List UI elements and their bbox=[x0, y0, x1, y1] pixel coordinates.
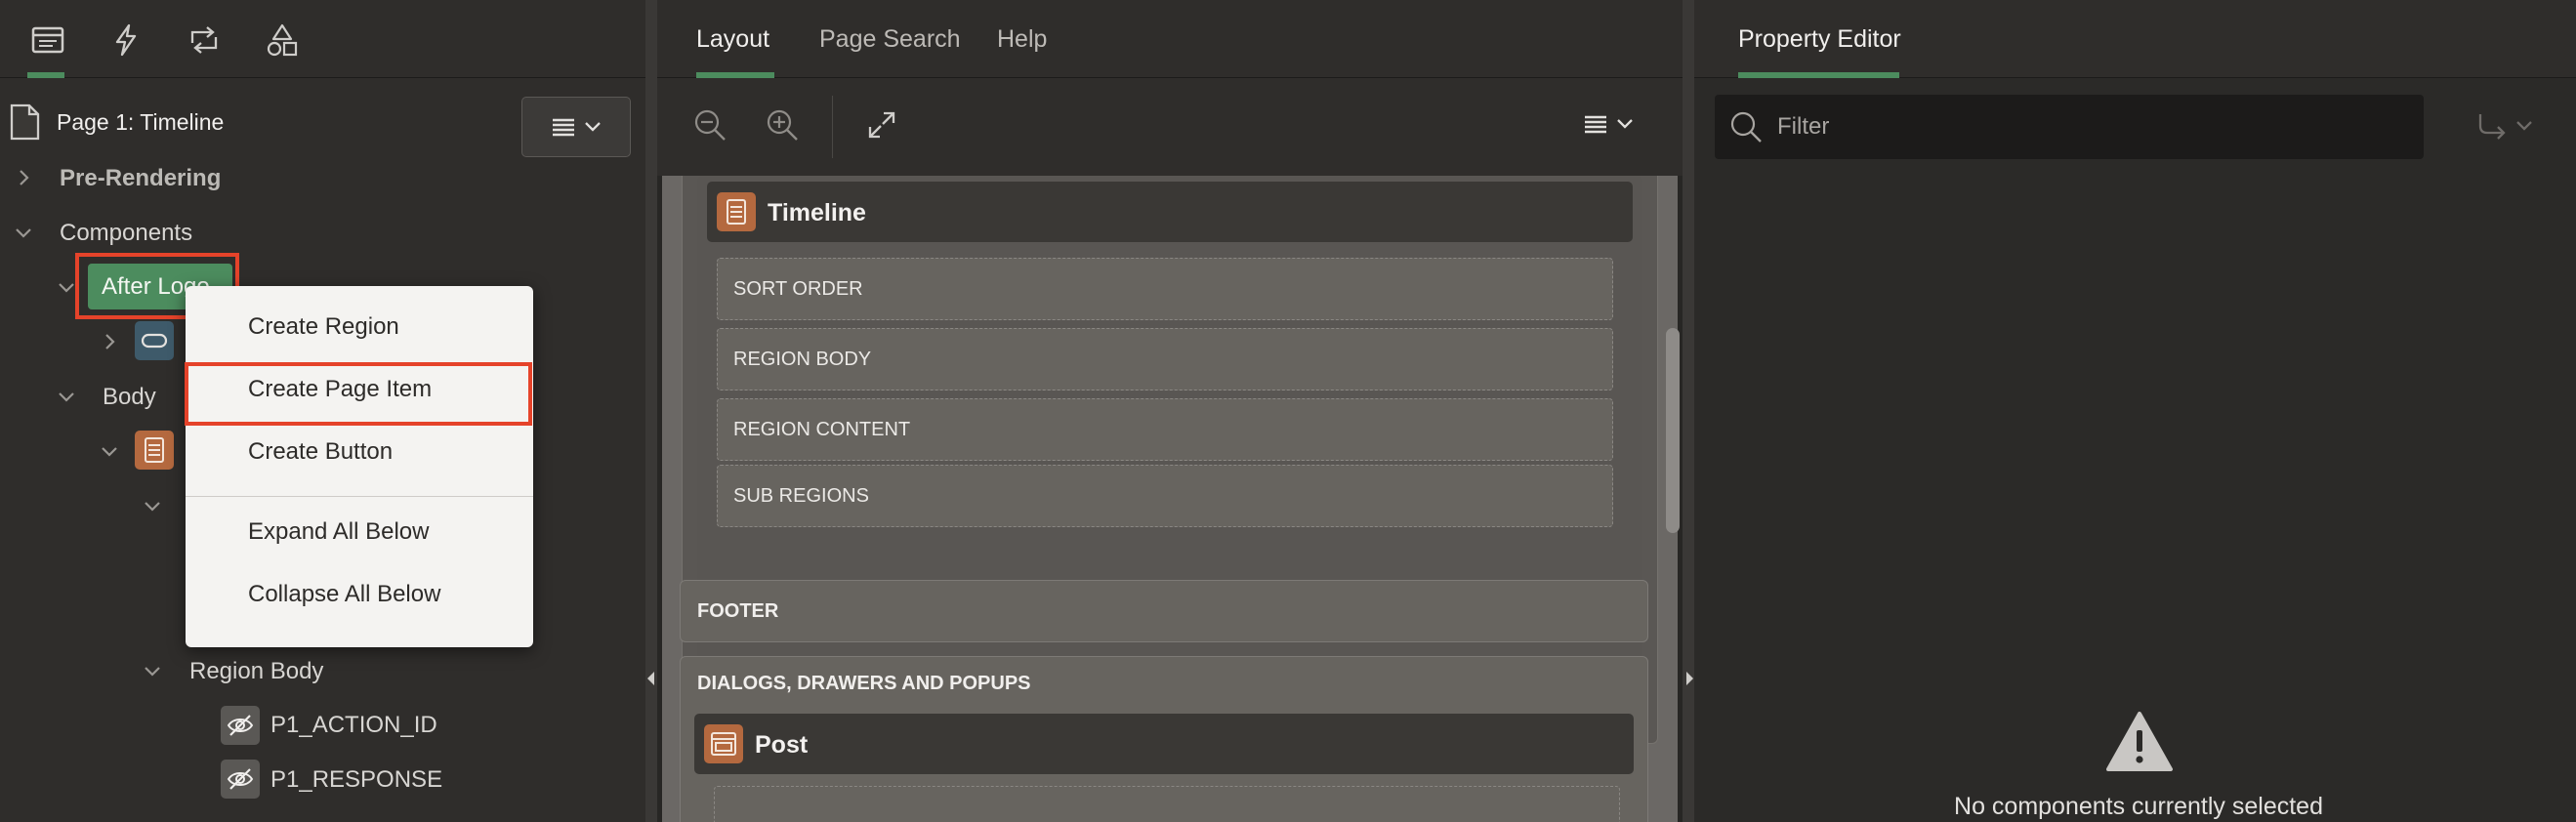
rendering-tab[interactable] bbox=[25, 18, 70, 62]
list-menu-icon bbox=[1585, 115, 1606, 134]
hidden-item-icon bbox=[221, 706, 260, 745]
rendering-tab-indicator bbox=[27, 72, 64, 78]
search-icon bbox=[1728, 109, 1764, 144]
page-title[interactable]: Page 1: Timeline bbox=[57, 109, 224, 136]
post-slot[interactable] bbox=[714, 786, 1620, 822]
canvas-scrollbar[interactable] bbox=[1666, 328, 1680, 533]
zoom-out-icon bbox=[694, 109, 726, 141]
right-splitter[interactable] bbox=[1683, 0, 1694, 822]
slot-region-body[interactable]: REGION BODY bbox=[717, 328, 1613, 390]
middle-pane-tabbar: Layout Page Search Help bbox=[657, 0, 1683, 78]
filter-box bbox=[1715, 95, 2424, 159]
timeline-region[interactable]: Timeline SORT ORDER REGION BODY REGION C… bbox=[697, 176, 1642, 726]
tab-property-editor[interactable]: Property Editor bbox=[1738, 25, 1901, 54]
menu-item-create-button[interactable]: Create Button bbox=[186, 423, 533, 483]
zoom-in-button[interactable] bbox=[765, 107, 800, 143]
timeline-region-title: Timeline bbox=[768, 199, 866, 226]
menu-item-collapse-all-below[interactable]: Collapse All Below bbox=[186, 565, 533, 626]
tree-node-pre-rendering[interactable]: Pre-Rendering bbox=[60, 165, 221, 192]
button-node-icon[interactable] bbox=[135, 321, 174, 360]
slot-sort-order[interactable]: SORT ORDER bbox=[717, 258, 1613, 320]
timeline-region-header[interactable]: Timeline bbox=[707, 182, 1633, 242]
dialog-region-icon bbox=[704, 724, 743, 763]
slot-sub-regions[interactable]: SUB REGIONS bbox=[717, 465, 1613, 527]
processing-tab[interactable] bbox=[182, 18, 227, 62]
context-menu: Create Region Create Page Item Create Bu… bbox=[186, 286, 533, 647]
region-node-icon[interactable] bbox=[135, 431, 174, 470]
expand-button[interactable] bbox=[866, 109, 897, 141]
tree-node-region-body[interactable]: Region Body bbox=[189, 658, 323, 685]
tab-layout[interactable]: Layout bbox=[696, 25, 769, 54]
page-icon bbox=[8, 103, 41, 141]
rendering-tree-pane: Page 1: Timeline Pre-Rendering Component… bbox=[0, 0, 645, 822]
no-selection-message: No components currently selected bbox=[1954, 793, 2323, 820]
zoom-in-icon bbox=[767, 109, 798, 141]
menu-separator bbox=[186, 496, 533, 497]
collapse-right-arrow-icon[interactable] bbox=[1686, 672, 1693, 685]
chevron-down-icon[interactable] bbox=[14, 223, 33, 242]
zoom-out-button[interactable] bbox=[692, 107, 727, 143]
collapse-left-arrow-icon[interactable] bbox=[647, 672, 654, 685]
left-splitter[interactable] bbox=[645, 0, 657, 822]
menu-item-create-region[interactable]: Create Region bbox=[186, 298, 533, 358]
lightning-icon bbox=[115, 23, 137, 57]
post-region-header[interactable]: Post bbox=[694, 714, 1634, 774]
go-to-group-icon bbox=[2478, 114, 2506, 140]
chevron-right-icon[interactable] bbox=[14, 168, 33, 187]
toolbar-divider bbox=[832, 96, 833, 158]
list-menu-icon bbox=[553, 118, 574, 137]
shared-components-tab[interactable] bbox=[260, 18, 305, 62]
layout-menu-button[interactable] bbox=[1583, 113, 1634, 135]
expand-icon bbox=[868, 111, 895, 139]
dynamic-actions-tab[interactable] bbox=[104, 18, 148, 62]
chevron-down-icon[interactable] bbox=[143, 496, 162, 515]
slot-region-content[interactable]: REGION CONTENT bbox=[717, 398, 1613, 461]
tree-node-p1-response[interactable]: P1_RESPONSE bbox=[270, 766, 442, 794]
filter-input[interactable] bbox=[1777, 112, 2402, 142]
chevron-right-icon[interactable] bbox=[100, 332, 119, 351]
menu-item-expand-all-below[interactable]: Expand All Below bbox=[186, 503, 533, 563]
layout-canvas[interactable]: Timeline SORT ORDER REGION BODY REGION C… bbox=[662, 176, 1678, 822]
chevron-down-icon bbox=[2516, 121, 2532, 131]
go-to-group-button[interactable] bbox=[2476, 111, 2533, 141]
hidden-item-icon bbox=[221, 760, 260, 799]
layout-toolbar bbox=[657, 78, 1683, 176]
region-icon bbox=[717, 192, 756, 231]
tree-menu-button[interactable] bbox=[521, 97, 631, 157]
chevron-down-icon[interactable] bbox=[57, 277, 76, 297]
tree-node-p1-action-id[interactable]: P1_ACTION_ID bbox=[270, 712, 437, 739]
left-pane-tabbar bbox=[0, 0, 645, 78]
chevron-down-icon[interactable] bbox=[57, 387, 76, 406]
dialogs-section[interactable]: DIALOGS, DRAWERS AND POPUPS Post bbox=[680, 656, 1648, 822]
shapes-icon bbox=[267, 23, 298, 57]
chevron-down-icon[interactable] bbox=[143, 661, 162, 680]
dialogs-section-title: DIALOGS, DRAWERS AND POPUPS bbox=[697, 673, 1031, 694]
tab-page-search[interactable]: Page Search bbox=[819, 25, 961, 54]
tab-help[interactable]: Help bbox=[997, 25, 1047, 54]
warning-icon bbox=[2105, 711, 2174, 773]
rendering-tab-icon bbox=[31, 26, 64, 54]
chevron-down-icon bbox=[585, 122, 601, 132]
highlight-create-page-item bbox=[185, 362, 532, 426]
processing-icon bbox=[190, 26, 218, 54]
chevron-down-icon[interactable] bbox=[100, 441, 119, 461]
post-region-title: Post bbox=[755, 731, 809, 759]
tree-node-components[interactable]: Components bbox=[60, 220, 192, 247]
footer-section[interactable]: FOOTER bbox=[680, 580, 1648, 642]
tree-node-body[interactable]: Body bbox=[103, 384, 156, 411]
chevron-down-icon bbox=[1617, 119, 1633, 129]
property-editor-tab-indicator bbox=[1738, 72, 1899, 78]
